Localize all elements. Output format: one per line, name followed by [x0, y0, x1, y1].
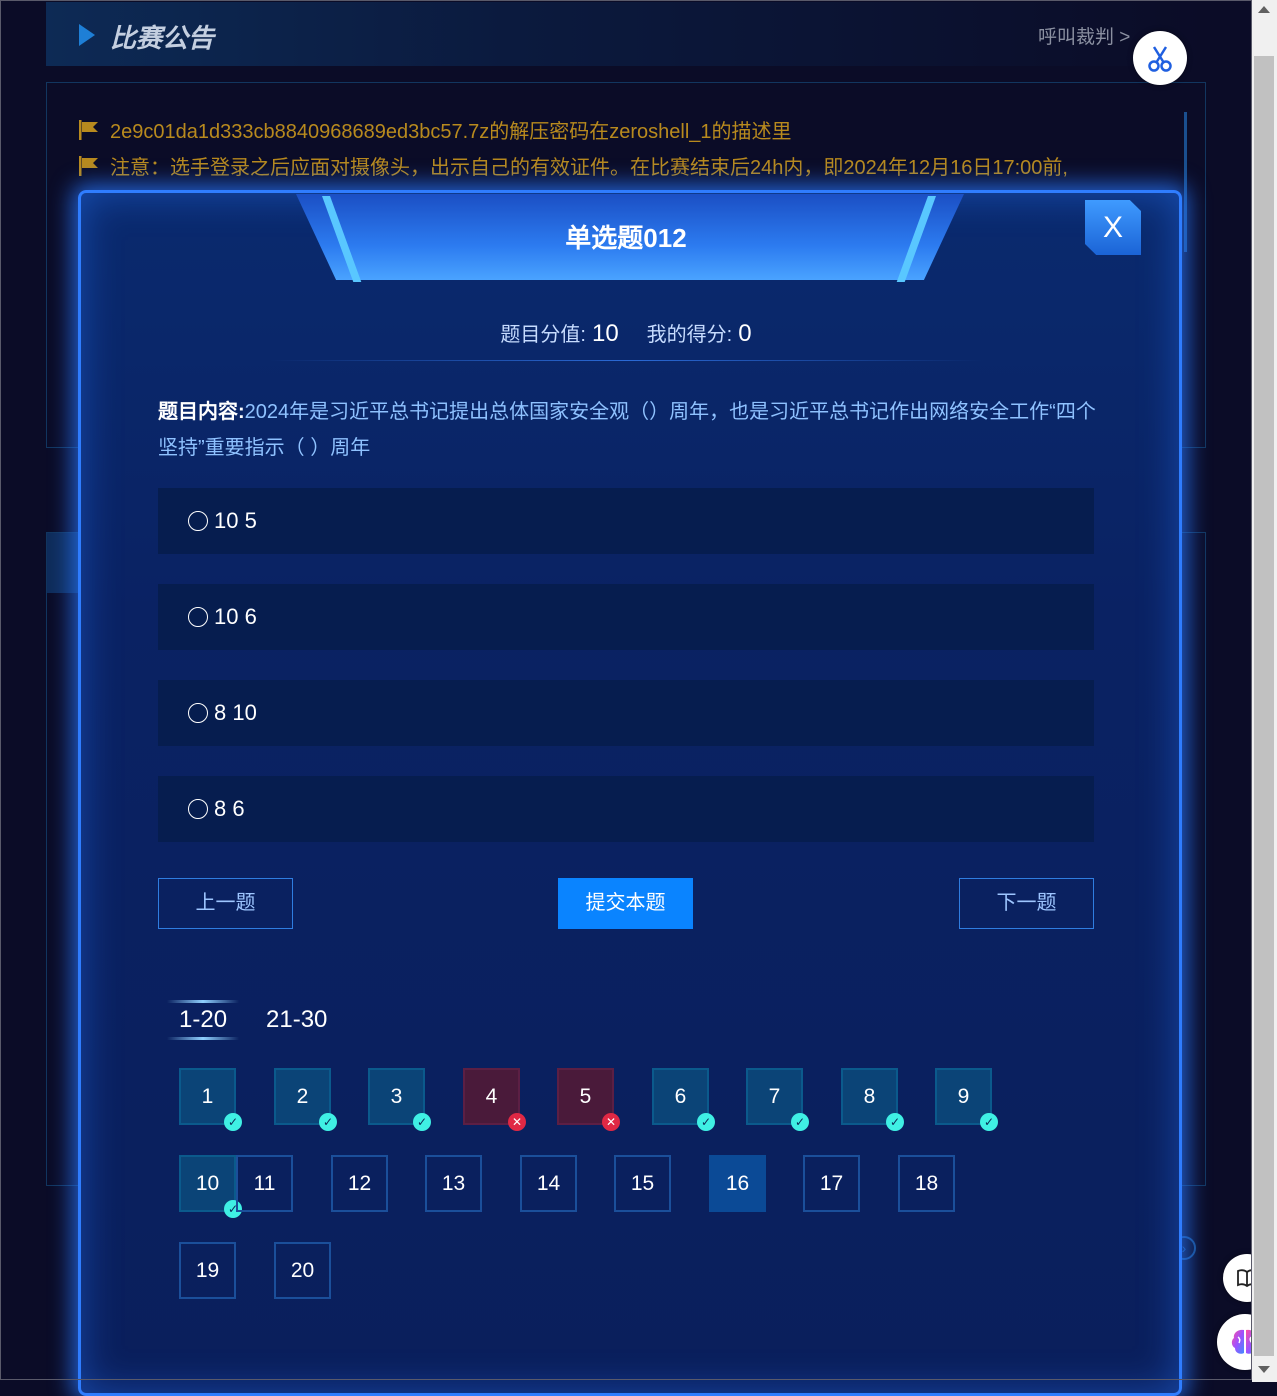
radio-icon[interactable] [188, 799, 208, 819]
check-icon: ✓ [886, 1113, 904, 1131]
option-label: 8 6 [214, 796, 245, 821]
cross-icon: ✕ [602, 1113, 620, 1131]
question-number-label: 5 [579, 1085, 592, 1108]
question-number-label: 3 [390, 1085, 403, 1108]
question-number-8[interactable]: 8 ✓ [841, 1068, 904, 1131]
question-number-15[interactable]: 15 [614, 1155, 671, 1212]
option-label: 8 10 [214, 700, 257, 725]
close-button[interactable]: X [1085, 200, 1141, 255]
cross-icon: ✕ [508, 1113, 526, 1131]
question-number-4[interactable]: 4 ✕ [463, 1068, 526, 1131]
question-number-label: 1 [201, 1085, 214, 1108]
scroll-up-icon[interactable] [1258, 6, 1270, 13]
score-value: 10 [591, 320, 619, 347]
question-number-3[interactable]: 3 ✓ [368, 1068, 431, 1131]
radio-icon[interactable] [188, 703, 208, 723]
question-number-5[interactable]: 5 ✕ [557, 1068, 620, 1131]
check-icon: ✓ [791, 1113, 809, 1131]
score-line: 题目分值: 10 我的得分: 0 [0, 318, 1252, 348]
question-number-label: 2 [296, 1085, 309, 1108]
question-number-11[interactable]: 11 [236, 1155, 293, 1212]
page-scrollbar[interactable] [1252, 0, 1277, 1382]
my-score-value: 0 [738, 320, 752, 347]
next-question-button[interactable]: 下一题 [959, 878, 1094, 929]
my-score-label: 我的得分: [646, 324, 733, 346]
question-text: 2024年是习近平总书记提出总体国家安全观（）周年，也是习近平总书记作出网络安全… [158, 401, 1096, 459]
question-number-2[interactable]: 2 ✓ [274, 1068, 337, 1131]
option-d[interactable]: 8 6 [158, 776, 1094, 842]
flag-icon [79, 156, 98, 176]
radio-icon[interactable] [188, 607, 208, 627]
check-icon: ✓ [319, 1113, 337, 1131]
question-number-label: 16 [725, 1172, 750, 1195]
question-number-label: 7 [768, 1085, 781, 1108]
divider [268, 360, 984, 361]
score-label: 题目分值: [500, 324, 586, 346]
notice-item: 注意：选手登录之后应面对摄像头，出示自己的有效证件。在比赛结束后24h内，即20… [78, 151, 1068, 180]
notice-text: 2e9c01da1d333cb8840968689ed3bc57.7z的解压密码… [110, 121, 792, 143]
question-number-label: 14 [536, 1172, 561, 1195]
submit-button[interactable]: 提交本题 [558, 878, 693, 929]
scroll-thumb[interactable] [1254, 56, 1274, 1356]
announcement-header: 比赛公告 呼叫裁判 > [46, 2, 1206, 66]
scissor-button[interactable] [1133, 31, 1187, 85]
question-number-label: 13 [441, 1172, 466, 1195]
question-number-label: 12 [347, 1172, 372, 1195]
announcement-title: 比赛公告 [110, 23, 215, 53]
question-number-label: 19 [195, 1259, 220, 1282]
notice-item: 2e9c01da1d333cb8840968689ed3bc57.7z的解压密码… [78, 115, 792, 144]
question-number-label: 17 [819, 1172, 844, 1195]
question-number-6[interactable]: 6 ✓ [652, 1068, 715, 1131]
question-number-13[interactable]: 13 [425, 1155, 482, 1212]
question-number-label: 8 [863, 1085, 876, 1108]
option-label: 10 6 [214, 604, 257, 629]
call-referee-link[interactable]: 呼叫裁判 > [1038, 22, 1130, 49]
question-number-19[interactable]: 19 [179, 1242, 236, 1299]
check-icon: ✓ [980, 1113, 998, 1131]
question-number-12[interactable]: 12 [331, 1155, 388, 1212]
option-c[interactable]: 8 10 [158, 680, 1094, 746]
question-label: 题目内容: [158, 401, 245, 423]
question-number-17[interactable]: 17 [803, 1155, 860, 1212]
scissor-icon [1148, 46, 1172, 72]
question-number-14[interactable]: 14 [520, 1155, 577, 1212]
notice-text: 注意：选手登录之后应面对摄像头，出示自己的有效证件。在比赛结束后24h内，即20… [110, 157, 1068, 179]
question-number-16[interactable]: 16 [709, 1155, 766, 1212]
question-number-label: 4 [485, 1085, 498, 1108]
question-content: 题目内容:2024年是习近平总书记提出总体国家安全观（）周年，也是习近平总书记作… [158, 394, 1098, 466]
check-icon: ✓ [224, 1113, 242, 1131]
play-icon [79, 24, 95, 46]
question-number-1[interactable]: 1 ✓ [179, 1068, 242, 1131]
tab-range-21-30[interactable]: 21-30 [266, 1006, 327, 1034]
question-number-label: 15 [630, 1172, 655, 1195]
check-icon: ✓ [413, 1113, 431, 1131]
prev-question-button[interactable]: 上一题 [158, 878, 293, 929]
question-number-9[interactable]: 9 ✓ [935, 1068, 998, 1131]
question-number-label: 18 [914, 1172, 939, 1195]
notice-scrollbar[interactable] [1184, 112, 1187, 252]
scroll-down-icon[interactable] [1258, 1366, 1270, 1373]
check-icon: ✓ [697, 1113, 715, 1131]
question-number-20[interactable]: 20 [274, 1242, 331, 1299]
radio-icon[interactable] [188, 511, 208, 531]
question-number-7[interactable]: 7 ✓ [746, 1068, 809, 1131]
tab-range-1-20[interactable]: 1-20 [166, 1000, 240, 1040]
modal-title: 单选题012 [565, 223, 687, 253]
question-number-label: 10 [195, 1172, 220, 1195]
option-b[interactable]: 10 6 [158, 584, 1094, 650]
option-label: 10 5 [214, 508, 257, 533]
question-number-18[interactable]: 18 [898, 1155, 955, 1212]
question-number-label: 20 [290, 1259, 315, 1282]
question-number-label: 6 [674, 1085, 687, 1108]
option-a[interactable]: 10 5 [158, 488, 1094, 554]
flag-icon [79, 120, 98, 140]
question-number-label: 9 [957, 1085, 970, 1108]
question-number-label: 11 [253, 1172, 276, 1195]
question-number-10[interactable]: 10 ✓ [179, 1155, 242, 1218]
